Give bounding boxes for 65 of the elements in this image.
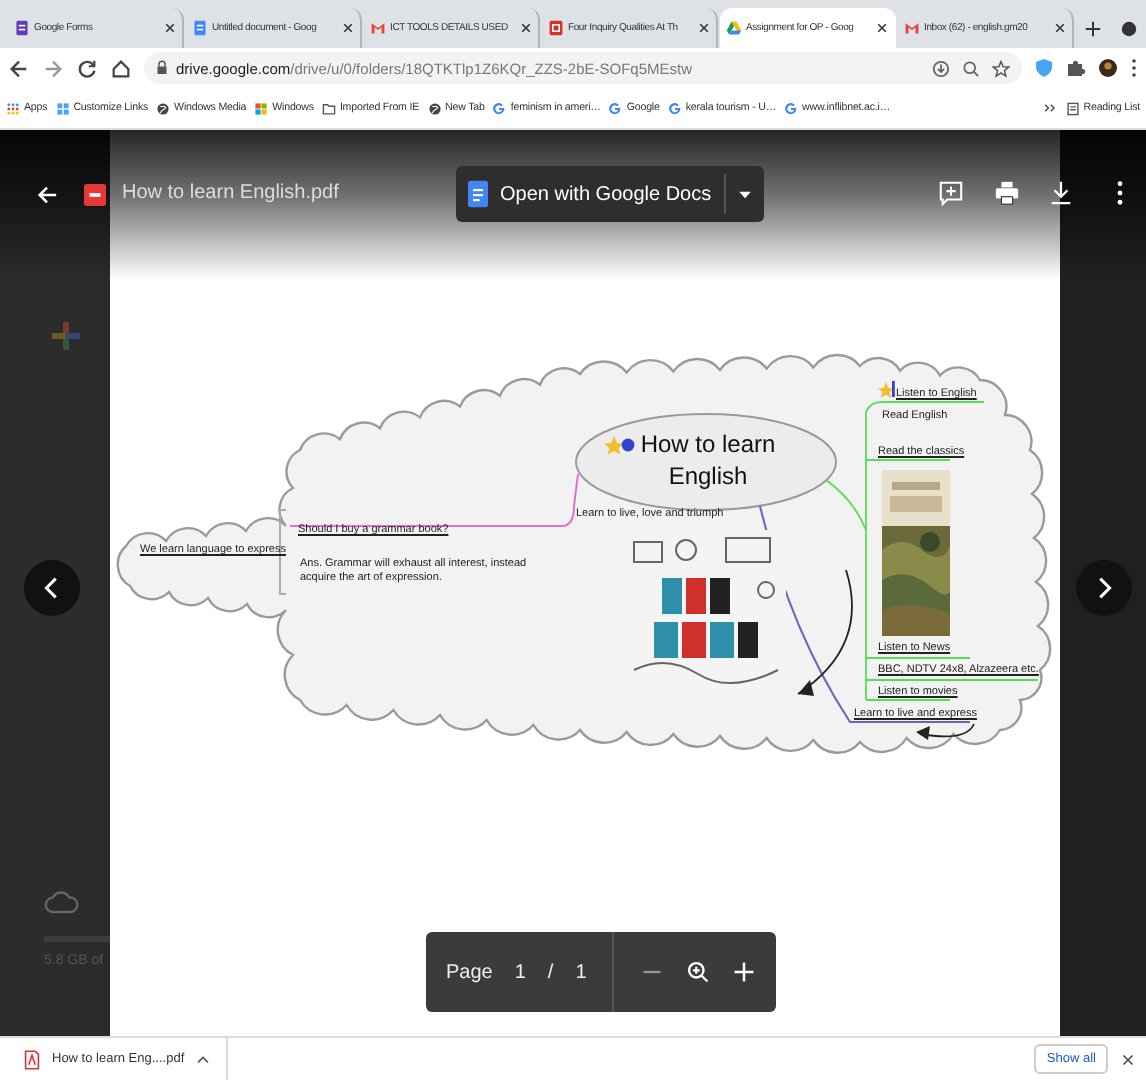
google-icon [784, 101, 799, 115]
windows-icon [254, 101, 269, 115]
globe-icon [427, 101, 442, 115]
document-icon [192, 20, 208, 36]
puzzle-icon[interactable] [1066, 58, 1086, 78]
page-total: 1 [575, 961, 587, 983]
zoom-icon[interactable] [686, 960, 711, 984]
cloud-icon [44, 890, 80, 916]
lock-icon [156, 60, 168, 76]
zoom-in-icon[interactable] [732, 960, 757, 984]
globe-icon [156, 101, 171, 115]
page-label: Page [446, 961, 493, 983]
open-with-button[interactable]: Open with Google Docs [456, 166, 764, 222]
print-icon[interactable] [994, 180, 1020, 206]
zoom-icon[interactable] [962, 59, 980, 77]
page-number[interactable]: 1 [514, 961, 526, 983]
grid-icon [55, 101, 70, 115]
add-comment-icon[interactable] [938, 180, 964, 206]
google-icon [667, 101, 682, 115]
page-separator: / [547, 961, 554, 983]
pdf-file-icon [84, 184, 106, 206]
file-name: How to learn English.pdf [122, 182, 339, 204]
home-icon[interactable] [110, 57, 132, 79]
google-icon [492, 101, 507, 115]
star-icon [878, 381, 895, 398]
list-icon [1065, 101, 1080, 115]
envelope-icon [370, 20, 386, 36]
grid-icon [6, 101, 20, 115]
more-icon[interactable] [1130, 58, 1138, 78]
circle-icon[interactable] [1120, 20, 1138, 38]
pdf-file-icon [24, 1049, 40, 1069]
plus-icon [50, 320, 82, 352]
document-icon [14, 20, 30, 36]
next-button[interactable] [1076, 560, 1132, 616]
shield-icon[interactable] [1034, 58, 1054, 78]
star-icon[interactable] [992, 59, 1010, 77]
more-icon[interactable] [1116, 180, 1124, 206]
close-icon[interactable] [164, 22, 176, 34]
chevron-icon[interactable] [1041, 100, 1058, 116]
document-icon [468, 180, 488, 208]
folder-icon [321, 101, 336, 115]
star-icon [604, 436, 635, 455]
close-icon[interactable] [698, 22, 710, 34]
document-icon [548, 20, 564, 36]
close-icon[interactable] [342, 22, 354, 34]
forward-icon[interactable] [42, 57, 64, 79]
previous-button[interactable] [24, 560, 80, 616]
close-icon[interactable] [520, 22, 532, 34]
back-icon[interactable] [8, 57, 30, 79]
google-icon [608, 101, 623, 115]
chevron-icon[interactable] [196, 1054, 211, 1064]
curved-arrow [797, 569, 853, 696]
caret-icon[interactable] [737, 189, 752, 199]
close-icon[interactable] [876, 22, 888, 34]
topic-title: How to learn English [638, 430, 778, 493]
curved-arrow [916, 723, 975, 740]
close-icon[interactable] [1054, 22, 1066, 34]
new-tab-icon[interactable] [1084, 20, 1102, 38]
download-icon[interactable] [1048, 180, 1074, 206]
envelope-icon [904, 20, 920, 36]
avatar-icon[interactable] [1098, 58, 1118, 78]
install-icon[interactable] [932, 59, 950, 77]
reload-icon[interactable] [76, 57, 98, 79]
close-icon[interactable] [1122, 1053, 1134, 1065]
triangle-icon [726, 20, 742, 36]
